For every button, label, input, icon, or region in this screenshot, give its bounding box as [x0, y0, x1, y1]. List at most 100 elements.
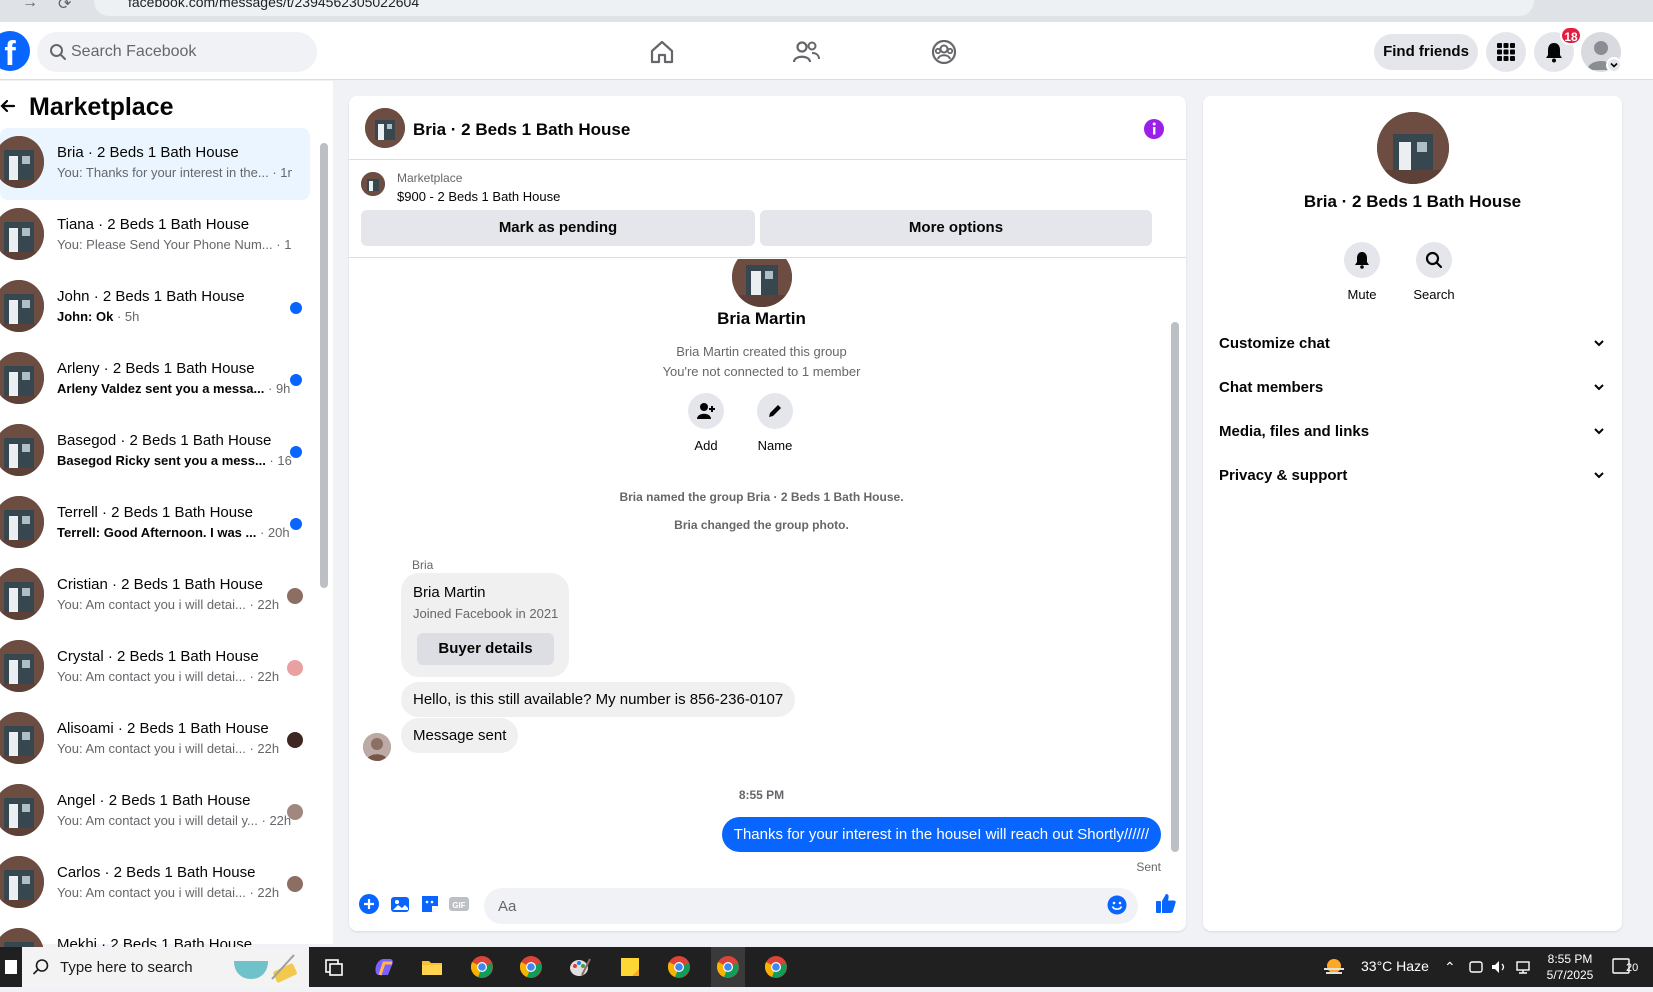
- weather-haze-icon[interactable]: [1322, 956, 1346, 978]
- sidebar-scrollbar[interactable]: [320, 143, 328, 931]
- listing-price-title[interactable]: $900 - 2 Beds 1 Bath House: [397, 189, 560, 204]
- mute-button[interactable]: Mute: [1330, 242, 1394, 302]
- conversation-thumbnail: [0, 784, 44, 836]
- windows-taskbar: 33°C Haze ⌃ 8:55 PM 5/7/2025 20: [0, 947, 1653, 987]
- info-icon[interactable]: [1143, 118, 1165, 140]
- conversation-time: 9h: [275, 381, 291, 396]
- mark-as-pending-button[interactable]: Mark as pending: [361, 210, 755, 246]
- section-label: Media, files and links: [1219, 423, 1370, 440]
- conversation-item[interactable]: Terrell · 2 Beds 1 Bath House Terrell: Go…: [0, 488, 310, 560]
- task-view-icon[interactable]: [322, 955, 346, 979]
- conversation-preview: Terrell: Good Afternoon. I was ...: [57, 525, 257, 540]
- facebook-logo-icon[interactable]: f: [0, 31, 30, 71]
- conversation-time: 22h: [257, 885, 280, 900]
- conversation-preview: You: Please Send Your Phone Num...: [57, 237, 273, 252]
- message-input[interactable]: [484, 888, 1138, 924]
- chevron-up-icon[interactable]: ⌃: [1444, 959, 1456, 976]
- notification-center-icon[interactable]: 20: [1612, 957, 1642, 977]
- chrome-icon[interactable]: [470, 955, 494, 979]
- media-files-links-section[interactable]: Media, files and links: [1219, 410, 1606, 454]
- emoji-icon[interactable]: [1107, 895, 1127, 915]
- conversation-time: 16h: [277, 453, 292, 468]
- customize-chat-section[interactable]: Customize chat: [1219, 322, 1606, 366]
- chrome-profile-icon[interactable]: [519, 955, 543, 979]
- find-friends-button[interactable]: Find friends: [1374, 34, 1478, 70]
- copilot-icon[interactable]: [372, 955, 396, 979]
- sender-label: Bria: [412, 558, 434, 572]
- conversation-item[interactable]: John · 2 Beds 1 Bath House John: Ok · 5h: [0, 272, 310, 344]
- notification-badge: 18: [1560, 26, 1582, 45]
- my-message-bubble[interactable]: Thanks for your interest in the houseI w…: [721, 817, 1161, 852]
- unread-dot-icon: [290, 302, 302, 314]
- weather-text[interactable]: 33°C Haze: [1361, 958, 1429, 974]
- conversation-name: Cristian · 2 Beds 1 Bath House: [57, 576, 263, 593]
- conversation-item[interactable]: Crystal · 2 Beds 1 Bath House You: Am con…: [0, 632, 310, 704]
- buyer-details-button[interactable]: Buyer details: [417, 633, 554, 665]
- taskbar-search-input[interactable]: [60, 947, 220, 987]
- groups-icon[interactable]: [928, 36, 960, 68]
- speaker-icon[interactable]: [1490, 959, 1508, 975]
- search-input[interactable]: [71, 32, 311, 72]
- conversation-time: 22h: [257, 669, 280, 684]
- privacy-support-section[interactable]: Privacy & support: [1219, 454, 1606, 498]
- message-bubble[interactable]: Message sent: [401, 718, 519, 753]
- conversation-preview: You: Am contact you i will detail y...: [57, 813, 258, 828]
- conversation-item[interactable]: Tiana · 2 Beds 1 Bath House You: Please S…: [0, 200, 310, 272]
- message-bubble[interactable]: Hello, is this still available? My numbe…: [401, 682, 796, 717]
- chrome-work-icon[interactable]: [667, 955, 691, 979]
- chrome-active-icon[interactable]: [716, 955, 740, 979]
- chat-scrollbar[interactable]: [1171, 262, 1179, 874]
- plus-icon[interactable]: [358, 893, 380, 915]
- search-box[interactable]: [37, 32, 317, 72]
- separator: ·: [268, 165, 281, 180]
- buyer-name: Bria Martin: [413, 584, 486, 601]
- sender-avatar[interactable]: [363, 733, 391, 761]
- reload-icon[interactable]: ⟳: [58, 0, 71, 14]
- chat-members-section[interactable]: Chat members: [1219, 366, 1606, 410]
- more-options-button[interactable]: More options: [760, 210, 1152, 246]
- conversation-item[interactable]: Carlos · 2 Beds 1 Bath House You: Am cont…: [0, 848, 310, 920]
- conversation-item[interactable]: Bria · 2 Beds 1 Bath House You: Thanks fo…: [0, 128, 310, 200]
- conversation-time: 22h: [257, 597, 280, 612]
- taskbar-clock[interactable]: 8:55 PM 5/7/2025: [1545, 951, 1595, 983]
- gif-icon[interactable]: GIF: [448, 893, 470, 915]
- listing-thumbnail[interactable]: [361, 172, 385, 196]
- conversation-item[interactable]: Basegod · 2 Beds 1 Bath House Basegod Ric…: [0, 416, 310, 488]
- chat-info-avatar[interactable]: [1377, 112, 1449, 184]
- home-icon[interactable]: [646, 36, 678, 68]
- url-text[interactable]: facebook.com/messages/t/2394562305022604: [128, 0, 419, 10]
- sticky-notes-icon[interactable]: [618, 955, 642, 979]
- file-explorer-icon[interactable]: [420, 955, 444, 979]
- conversation-item[interactable]: Cristian · 2 Beds 1 Bath House You: Am co…: [0, 560, 310, 632]
- add-member-button[interactable]: Add: [676, 393, 736, 453]
- back-arrow-icon[interactable]: [0, 98, 16, 114]
- friends-icon[interactable]: [790, 36, 822, 68]
- conversation-item[interactable]: Alisoami · 2 Beds 1 Bath House You: Am co…: [0, 704, 310, 776]
- thumbs-up-icon[interactable]: [1155, 892, 1177, 914]
- menu-grid-icon[interactable]: [1486, 32, 1526, 72]
- search-in-chat-button[interactable]: Search: [1402, 242, 1466, 302]
- section-label: Customize chat: [1219, 335, 1330, 352]
- forward-icon[interactable]: →: [22, 0, 38, 12]
- rename-group-button[interactable]: Name: [745, 393, 805, 453]
- conversation-preview-row: You: Am contact you i will detai... · 22…: [57, 597, 279, 612]
- message-composer: GIF: [349, 879, 1186, 931]
- paint-icon[interactable]: [568, 955, 592, 979]
- chat-avatar[interactable]: [365, 108, 405, 148]
- windows-start-icon[interactable]: [0, 947, 22, 987]
- chrome-extra-icon[interactable]: [764, 955, 788, 979]
- sticker-icon[interactable]: [419, 893, 441, 915]
- account-chevron-icon[interactable]: [1606, 57, 1622, 73]
- conversation-item[interactable]: Angel · 2 Beds 1 Bath House You: Am conta…: [0, 776, 310, 848]
- conversation-preview-row: You: Am contact you i will detai... · 22…: [57, 741, 279, 756]
- system-message-photo: Bria changed the group photo.: [674, 518, 849, 532]
- photo-icon[interactable]: [389, 893, 411, 915]
- group-photo[interactable]: [732, 259, 792, 307]
- chat-title[interactable]: Bria · 2 Beds 1 Bath House: [413, 120, 630, 140]
- network-icon[interactable]: [1514, 959, 1532, 975]
- conversation-item[interactable]: Arleny · 2 Beds 1 Bath House Arleny Valde…: [0, 344, 310, 416]
- sent-status: Sent: [1136, 860, 1161, 874]
- chat-header: Bria · 2 Beds 1 Bath House: [349, 96, 1186, 160]
- taskbar-search[interactable]: [22, 947, 309, 987]
- meet-now-icon[interactable]: [1468, 959, 1484, 975]
